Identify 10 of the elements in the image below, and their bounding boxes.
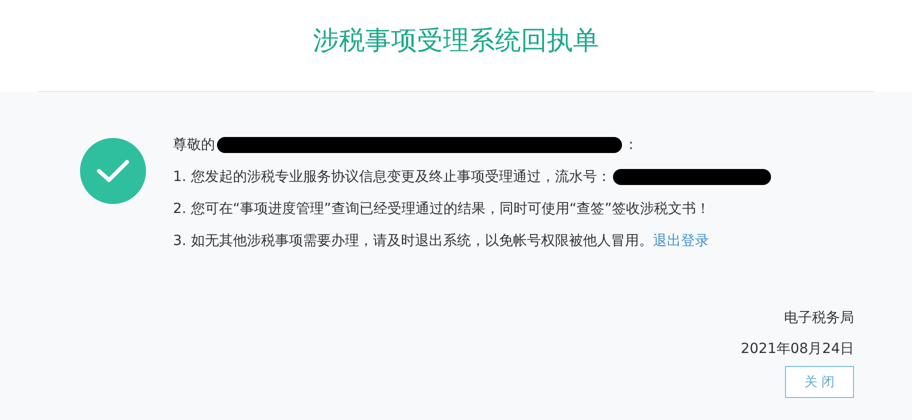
notice-line: 2. 您可在“事项进度管理”查询已经受理通过的结果，同时可使用“查签”签收涉税文书！	[173, 200, 710, 219]
close-button[interactable]: 关 闭	[785, 366, 854, 398]
notice-line: 3. 如无其他涉税事项需要办理，请及时退出系统，以免帐号权限被他人冒用。退出登录	[173, 232, 709, 251]
notice-line: 1. 您发起的涉税专业服务协议信息变更及终止事项受理通过，流水号：	[173, 168, 611, 187]
receipt-title: 涉税事项受理系统回执单	[313, 25, 599, 58]
greeting-text: 尊敬的	[173, 136, 215, 155]
greeting-colon: ：	[624, 136, 638, 155]
issuer-name: 电子税务局	[784, 309, 854, 328]
logout-link[interactable]: 退出登录	[652, 233, 709, 249]
issue-date: 2021年08月24日	[740, 340, 854, 359]
